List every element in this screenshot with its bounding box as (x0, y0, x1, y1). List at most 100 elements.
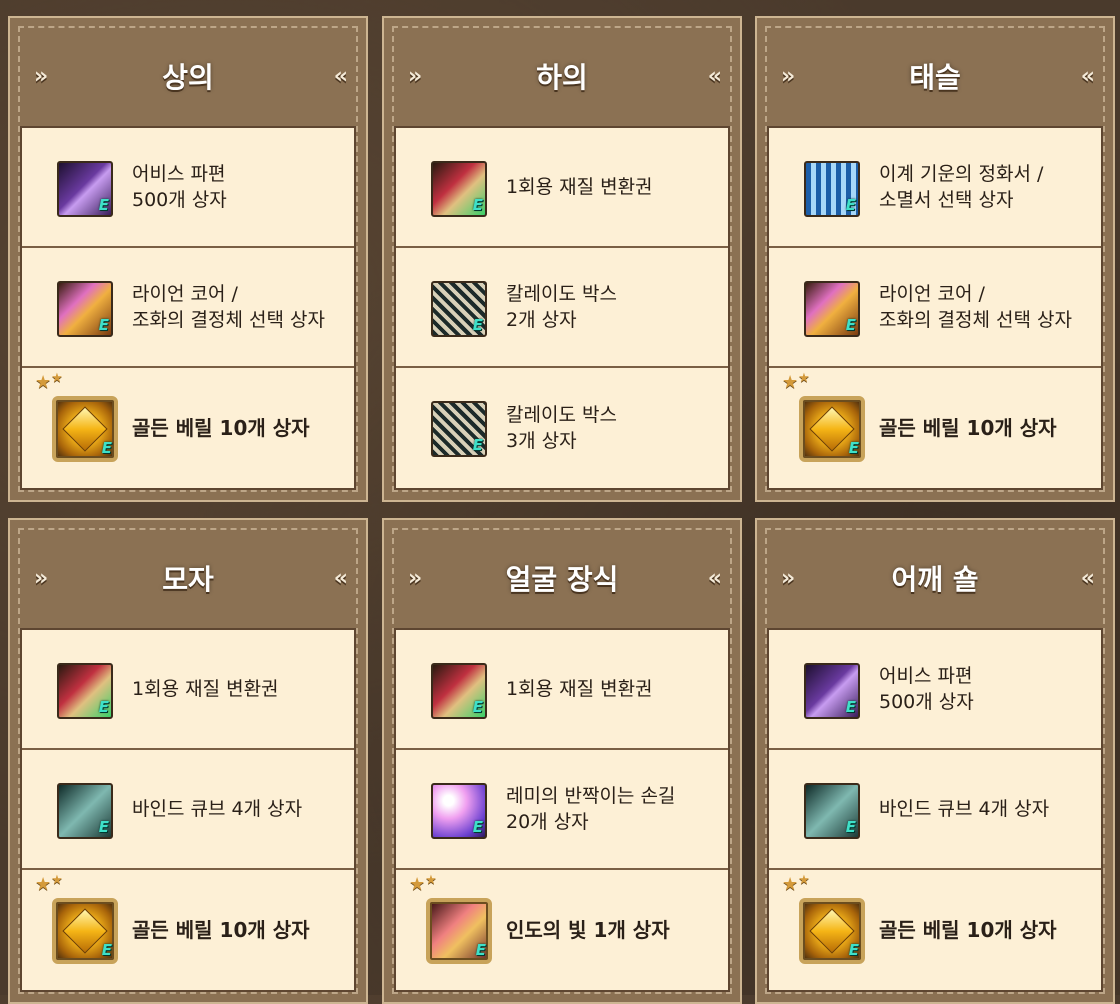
star-icon: ★★ (35, 371, 63, 393)
chevron-left-icon: « (707, 566, 722, 591)
reward-label: 칼레이도 박스 2개 상자 (506, 283, 617, 331)
reward-row: E 바인드 큐브 4개 상자 (769, 750, 1101, 870)
e-badge-icon: E (845, 818, 856, 836)
reward-row-highlight: ★★ E 인도의 빛 1개 상자 (396, 870, 728, 990)
reward-row-highlight: ★★ E 골든 베릴 10개 상자 (22, 870, 354, 990)
panel-top: » 상의 « E 어비스 파편 500개 상자 E 라이언 코어 / 조화의 결… (8, 16, 368, 502)
e-badge-icon: E (472, 316, 483, 334)
e-badge-icon: E (472, 436, 483, 454)
panel-shoulder: » 어깨 숄 « E 어비스 파편 500개 상자 E 바인드 큐브 4개 상자… (755, 518, 1115, 1004)
reward-row: E 칼레이도 박스 2개 상자 (396, 248, 728, 368)
reward-label: 1회용 재질 변환권 (506, 176, 653, 198)
kaleido-box-icon: E (431, 401, 487, 457)
panel-header: » 모자 « (10, 520, 366, 628)
panel-title: 상의 (162, 61, 214, 94)
e-badge-icon: E (98, 196, 109, 214)
reward-label: 바인드 큐브 4개 상자 (879, 798, 1050, 820)
reward-label: 골든 베릴 10개 상자 (132, 416, 310, 440)
panel-title: 어깨 숄 (891, 563, 979, 596)
panel-header: » 어깨 숄 « (757, 520, 1113, 628)
panel-title: 하의 (536, 61, 588, 94)
chevron-left-icon: « (333, 566, 348, 591)
golden-beryl-icon: E (52, 396, 118, 462)
reward-list: E 어비스 파편 500개 상자 E 라이언 코어 / 조화의 결정체 선택 상… (20, 126, 356, 490)
reward-row: E 1회용 재질 변환권 (396, 128, 728, 248)
reward-label: 인도의 빛 1개 상자 (506, 918, 670, 942)
reward-row: E 어비스 파편 500개 상자 (22, 128, 354, 248)
reward-label: 어비스 파편 500개 상자 (132, 163, 227, 211)
bind-cube-icon: E (57, 783, 113, 839)
panel-header: » 상의 « (10, 18, 366, 126)
e-badge-icon: E (98, 698, 109, 716)
star-icon: ★★ (409, 873, 437, 895)
e-badge-icon: E (475, 941, 486, 959)
material-ticket-icon: E (57, 663, 113, 719)
panel-bottom: » 하의 « E 1회용 재질 변환권 E 칼레이도 박스 2개 상자 E 칼레… (382, 16, 742, 502)
reward-label: 1회용 재질 변환권 (132, 678, 279, 700)
star-icon: ★★ (782, 873, 810, 895)
reward-label: 라이언 코어 / 조화의 결정체 선택 상자 (879, 283, 1072, 331)
reward-row-highlight: ★★ E 골든 베릴 10개 상자 (769, 368, 1101, 488)
lion-core-chest-icon: E (57, 281, 113, 337)
star-icon: ★★ (35, 873, 63, 895)
indo-light-icon: E (426, 898, 492, 964)
reward-label: 골든 베릴 10개 상자 (879, 918, 1057, 942)
e-badge-icon: E (848, 941, 859, 959)
reward-row: E 어비스 파편 500개 상자 (769, 630, 1101, 750)
reward-row: E 이계 기운의 정화서 / 소멸서 선택 상자 (769, 128, 1101, 248)
e-badge-icon: E (472, 698, 483, 716)
reward-label: 1회용 재질 변환권 (506, 678, 653, 700)
panel-header: » 얼굴 장식 « (384, 520, 740, 628)
e-badge-icon: E (98, 818, 109, 836)
panel-hat: » 모자 « E 1회용 재질 변환권 E 바인드 큐브 4개 상자 ★★ E … (8, 518, 368, 1004)
reward-row-highlight: ★★ E 골든 베릴 10개 상자 (22, 368, 354, 488)
panel-header: » 하의 « (384, 18, 740, 126)
abyss-fragment-icon: E (57, 161, 113, 217)
reward-list: E 어비스 파편 500개 상자 E 바인드 큐브 4개 상자 ★★ E 골든 … (767, 628, 1103, 992)
star-icon: ★★ (782, 371, 810, 393)
e-badge-icon: E (472, 196, 483, 214)
panel-title: 얼굴 장식 (505, 563, 619, 596)
golden-beryl-icon: E (799, 898, 865, 964)
chevron-left-icon: « (707, 64, 722, 89)
abyss-fragment-icon: E (804, 663, 860, 719)
reward-label: 골든 베릴 10개 상자 (879, 416, 1057, 440)
bind-cube-icon: E (804, 783, 860, 839)
reward-label: 이계 기운의 정화서 / 소멸서 선택 상자 (879, 163, 1044, 211)
reward-list: E 1회용 재질 변환권 E 칼레이도 박스 2개 상자 E 칼레이도 박스 3… (394, 126, 730, 490)
reward-label: 레미의 반짝이는 손길 20개 상자 (506, 785, 676, 833)
golden-beryl-icon: E (52, 898, 118, 964)
panel-title: 모자 (162, 563, 214, 596)
reward-list: E 1회용 재질 변환권 E 바인드 큐브 4개 상자 ★★ E 골든 베릴 1… (20, 628, 356, 992)
reward-row: E 레미의 반짝이는 손길 20개 상자 (396, 750, 728, 870)
kaleido-box-icon: E (431, 281, 487, 337)
chevron-left-icon: « (1080, 566, 1095, 591)
material-ticket-icon: E (431, 161, 487, 217)
e-badge-icon: E (845, 316, 856, 334)
reward-label: 어비스 파편 500개 상자 (879, 665, 974, 713)
chevron-left-icon: « (1080, 64, 1095, 89)
reward-list: E 이계 기운의 정화서 / 소멸서 선택 상자 E 라이언 코어 / 조화의 … (767, 126, 1103, 490)
reward-row: E 칼레이도 박스 3개 상자 (396, 368, 728, 488)
lion-core-chest-icon: E (804, 281, 860, 337)
reward-row: E 라이언 코어 / 조화의 결정체 선택 상자 (769, 248, 1101, 368)
reward-label: 바인드 큐브 4개 상자 (132, 798, 303, 820)
purify-scroll-box-icon: E (804, 161, 860, 217)
golden-beryl-icon: E (799, 396, 865, 462)
reward-list: E 1회용 재질 변환권 E 레미의 반짝이는 손길 20개 상자 ★★ E 인… (394, 628, 730, 992)
reward-row: E 바인드 큐브 4개 상자 (22, 750, 354, 870)
e-badge-icon: E (101, 439, 112, 457)
e-badge-icon: E (101, 941, 112, 959)
panel-header: » 태슬 « (757, 18, 1113, 126)
reward-grid: » 상의 « E 어비스 파편 500개 상자 E 라이언 코어 / 조화의 결… (0, 0, 1120, 1004)
material-ticket-icon: E (431, 663, 487, 719)
reward-row-highlight: ★★ E 골든 베릴 10개 상자 (769, 870, 1101, 990)
reward-row: E 1회용 재질 변환권 (22, 630, 354, 750)
lemi-touch-icon: E (431, 783, 487, 839)
reward-label: 골든 베릴 10개 상자 (132, 918, 310, 942)
e-badge-icon: E (472, 818, 483, 836)
reward-row: E 1회용 재질 변환권 (396, 630, 728, 750)
panel-title: 태슬 (909, 61, 961, 94)
chevron-left-icon: « (333, 64, 348, 89)
panel-tassel: » 태슬 « E 이계 기운의 정화서 / 소멸서 선택 상자 E 라이언 코어… (755, 16, 1115, 502)
